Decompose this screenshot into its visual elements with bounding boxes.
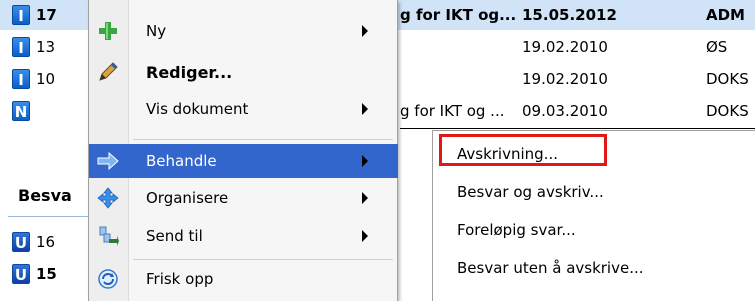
submenu-arrow-icon xyxy=(362,103,368,115)
incoming-doc-badge: I xyxy=(12,37,30,57)
process-arrow-icon xyxy=(97,150,119,172)
menu-separator xyxy=(133,259,393,260)
menu-item-behandle[interactable]: Behandle xyxy=(89,144,398,178)
menu-item-label: Behandle xyxy=(146,152,217,170)
row-number: 15 xyxy=(36,265,57,283)
submenu-item-forelopig-svar[interactable]: Foreløpig svar... xyxy=(433,213,755,247)
outgoing-doc-badge: U xyxy=(12,232,30,252)
submenu-item-label: Avskrivning... xyxy=(457,145,558,163)
submenu-behandle: Avskrivning... Besvar og avskriv... Fore… xyxy=(432,130,755,301)
menu-item-label: Frisk opp xyxy=(146,270,214,288)
move-arrows-icon xyxy=(97,187,119,209)
menu-item-send-til[interactable]: Send til xyxy=(89,219,398,253)
row-number: 13 xyxy=(36,38,56,56)
menu-separator xyxy=(133,139,393,140)
menu-item-frisk-opp[interactable]: Frisk opp xyxy=(89,262,398,296)
pencil-icon xyxy=(97,61,119,83)
row-date: 19.02.2010 xyxy=(522,70,608,88)
refresh-icon xyxy=(97,268,119,290)
submenu-item-label: Besvar uten å avskrive... xyxy=(457,259,644,277)
row-number: 17 xyxy=(36,6,57,24)
submenu-item-besvar-uten-avskrive[interactable]: Besvar uten å avskrive... xyxy=(433,251,755,285)
submenu-item-label: Foreløpig svar... xyxy=(457,221,576,239)
submenu-arrow-icon xyxy=(362,155,368,167)
row-date: 19.02.2010 xyxy=(522,38,608,56)
row-divider xyxy=(400,128,755,129)
menu-item-label: Rediger... xyxy=(146,63,233,82)
menu-item-label: Send til xyxy=(146,227,203,245)
context-menu: Ny Rediger... Vis dokument Behandle Orga… xyxy=(88,0,398,301)
row-date: 15.05.2012 xyxy=(522,6,617,24)
menu-item-rediger[interactable]: Rediger... xyxy=(89,55,398,89)
row-owner: ØS xyxy=(706,38,728,56)
row-title: g for IKT og... xyxy=(400,6,517,24)
submenu-arrow-icon xyxy=(362,192,368,204)
section-title: Besva xyxy=(18,186,72,205)
incoming-doc-badge: I xyxy=(12,69,30,89)
menu-item-vis-dokument[interactable]: Vis dokument xyxy=(89,92,398,126)
row-owner: DOKS xyxy=(706,102,749,120)
menu-item-label: Ny xyxy=(146,22,167,40)
row-title: g for IKT og ... xyxy=(400,102,505,120)
section-divider xyxy=(8,216,88,217)
plus-icon xyxy=(97,20,119,42)
menu-item-label: Vis dokument xyxy=(146,100,249,118)
row-date: 09.03.2010 xyxy=(522,102,608,120)
submenu-item-label: Besvar og avskriv... xyxy=(457,183,604,201)
menu-item-label: Organisere xyxy=(146,189,229,207)
menu-item-organisere[interactable]: Organisere xyxy=(89,181,398,215)
submenu-item-besvar-og-avskriv[interactable]: Besvar og avskriv... xyxy=(433,175,755,209)
send-to-icon xyxy=(97,225,119,247)
note-doc-badge: N xyxy=(12,101,30,121)
submenu-item-avskrivning[interactable]: Avskrivning... xyxy=(433,137,755,171)
row-number: 16 xyxy=(36,233,56,251)
row-number: 10 xyxy=(36,70,56,88)
outgoing-doc-badge: U xyxy=(12,264,30,284)
menu-item-ny[interactable]: Ny xyxy=(89,14,398,48)
incoming-doc-badge: I xyxy=(12,5,30,25)
submenu-arrow-icon xyxy=(362,25,368,37)
submenu-arrow-icon xyxy=(362,230,368,242)
row-owner: ADM xyxy=(706,6,745,24)
row-owner: DOKS xyxy=(706,70,749,88)
